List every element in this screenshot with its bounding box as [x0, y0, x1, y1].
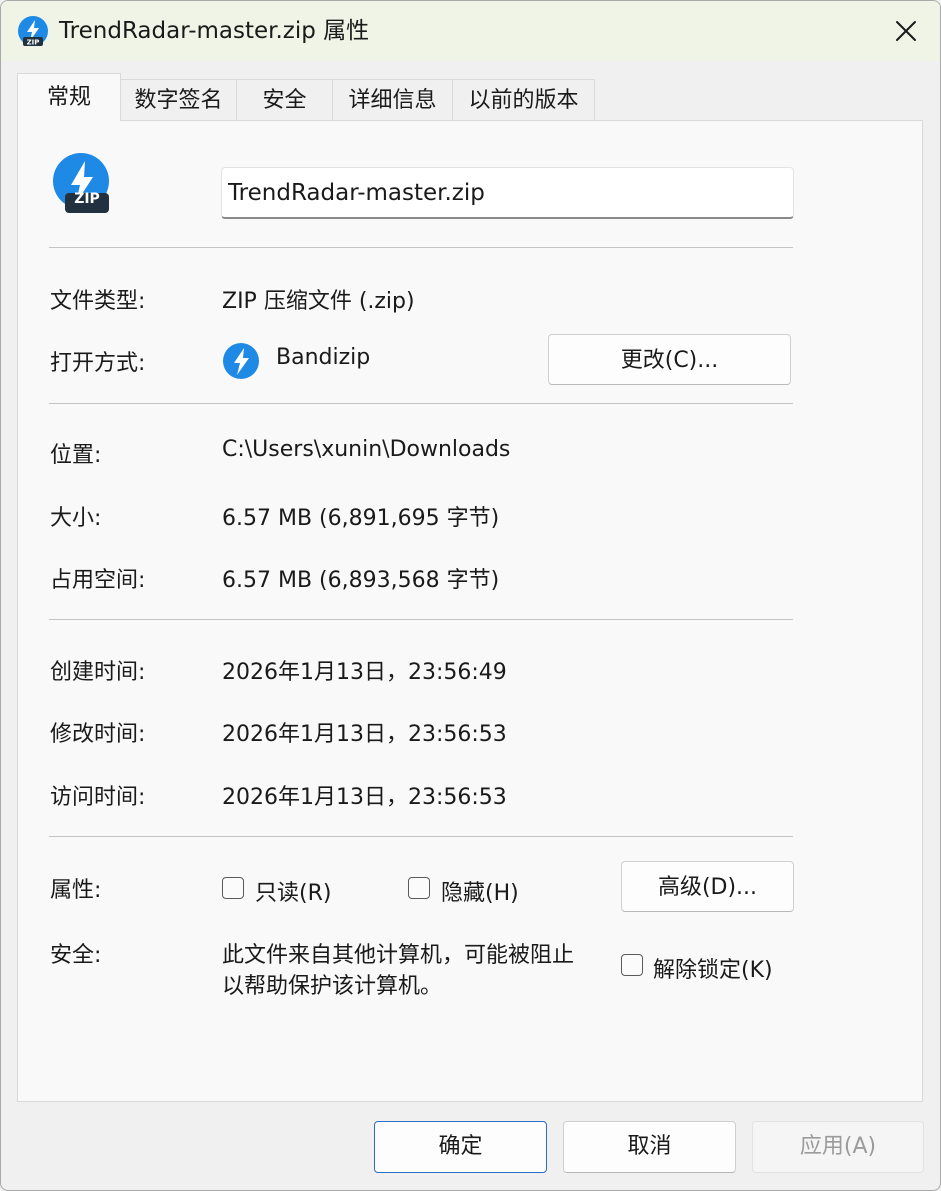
security-text-line1: 此文件来自其他计算机，可能被阻止 — [222, 943, 575, 968]
title-bar: ZIP TrendRadar-master.zip 属性 — [1, 1, 940, 61]
opens-with-value: Bandizip — [276, 345, 371, 370]
accessed-label: 访问时间: — [50, 785, 146, 810]
modified-label: 修改时间: — [50, 722, 146, 747]
size-on-disk-value: 6.57 MB (6,893,568 字节) — [222, 568, 500, 593]
tab-previous-versions[interactable]: 以前的版本 — [452, 79, 595, 121]
filename-input[interactable] — [221, 167, 794, 219]
bandizip-app-icon — [223, 343, 259, 379]
properties-window: ZIP TrendRadar-master.zip 属性 常规 数字签名 安全 … — [0, 0, 941, 1191]
unblock-label[interactable]: 解除锁定(K) — [653, 952, 773, 984]
opens-with-label: 打开方式: — [50, 351, 146, 376]
security-label: 安全: — [50, 943, 102, 968]
location-label: 位置: — [50, 443, 102, 468]
unblock-checkbox[interactable] — [621, 954, 643, 976]
apply-button[interactable]: 应用(A) — [752, 1121, 924, 1173]
modified-value: 2026年1月13日，23:56:53 — [222, 722, 507, 747]
change-button[interactable]: 更改(C)... — [548, 334, 791, 385]
hidden-checkbox[interactable] — [408, 877, 430, 899]
size-on-disk-label: 占用空间: — [50, 568, 146, 593]
tab-details[interactable]: 详细信息 — [332, 79, 453, 121]
cancel-button[interactable]: 取消 — [563, 1121, 736, 1173]
zip-icon-label: ZIP — [74, 191, 100, 207]
security-text-line2: 以帮助保护该计算机。 — [222, 974, 443, 999]
readonly-checkbox[interactable] — [222, 877, 244, 899]
divider — [49, 619, 793, 620]
divider — [49, 836, 793, 837]
tab-digital-signatures[interactable]: 数字签名 — [120, 79, 237, 121]
advanced-button[interactable]: 高级(D)... — [621, 861, 794, 912]
divider — [49, 403, 793, 404]
file-type-value: ZIP 压缩文件 (.zip) — [222, 289, 415, 314]
readonly-label[interactable]: 只读(R) — [255, 875, 331, 907]
divider — [49, 247, 793, 248]
svg-text:ZIP: ZIP — [27, 39, 40, 47]
tab-security[interactable]: 安全 — [236, 79, 333, 121]
created-label: 创建时间: — [50, 660, 146, 685]
location-value: C:\Users\xunin\Downloads — [222, 437, 511, 462]
window-title: TrendRadar-master.zip 属性 — [59, 18, 370, 44]
bandizip-icon: ZIP — [18, 16, 48, 47]
close-icon[interactable] — [888, 13, 924, 49]
size-value: 6.57 MB (6,891,695 字节) — [222, 506, 500, 531]
tab-general[interactable]: 常规 — [17, 73, 121, 121]
attributes-label: 属性: — [50, 878, 102, 903]
accessed-value: 2026年1月13日，23:56:53 — [222, 785, 507, 810]
created-value: 2026年1月13日，23:56:49 — [222, 660, 507, 685]
file-type-label: 文件类型: — [50, 289, 146, 314]
ok-button[interactable]: 确定 — [374, 1121, 547, 1173]
hidden-label[interactable]: 隐藏(H) — [441, 875, 519, 907]
size-label: 大小: — [50, 506, 102, 531]
